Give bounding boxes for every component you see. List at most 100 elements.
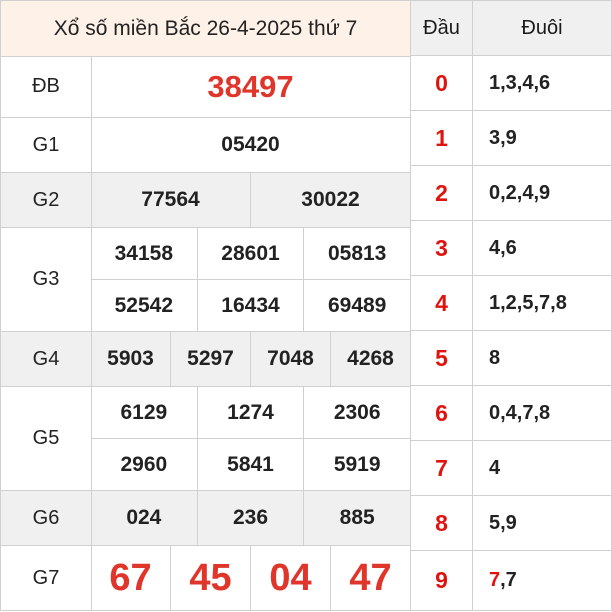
head-column-header: Đầu — [411, 1, 473, 55]
loto-row: 3 4,6 — [411, 221, 611, 276]
prize-line: 024 236 885 — [91, 491, 410, 545]
loto-tail-digits: 4,6 — [489, 236, 517, 259]
prize-number: 69489 — [303, 280, 410, 331]
prize-label: G7 — [1, 546, 92, 610]
loto-head-digit: 3 — [411, 221, 473, 275]
loto-head-digit: 8 — [411, 496, 473, 550]
loto-row: 8 5,9 — [411, 496, 611, 551]
prize-number: 45 — [170, 546, 250, 610]
prize-number: 05813 — [303, 228, 410, 279]
prize-number: 4268 — [330, 332, 410, 386]
prize-number: 47 — [330, 546, 410, 610]
prize-number: 67 — [109, 556, 152, 599]
prize-values: 024 236 885 — [91, 491, 410, 545]
prize-values: 38497 — [91, 56, 410, 117]
prize-values: 77564 30022 — [91, 173, 410, 227]
prize-number: 885 — [303, 491, 410, 545]
prize-label: G2 — [1, 173, 92, 227]
prize-row-g1: G1 05420 — [1, 118, 410, 173]
loto-head-digit: 1 — [411, 111, 473, 165]
prize-number: 34158 — [114, 241, 174, 265]
prize-number: 024 — [126, 506, 162, 529]
prize-label: G3 — [1, 228, 92, 331]
loto-row: 7 4 — [411, 441, 611, 496]
loto-head-digit: 7 — [411, 441, 473, 495]
loto-head-digit: 0 — [411, 56, 473, 110]
prize-label: G5 — [1, 387, 92, 490]
prize-number: 30022 — [250, 173, 410, 227]
prize-number: 28601 — [196, 228, 304, 279]
prize-line: 05420 — [91, 118, 410, 172]
prize-number: 1274 — [196, 387, 304, 438]
prize-number: 5903 — [107, 347, 154, 370]
prize-number: 16434 — [196, 280, 304, 331]
page-title: Xổ số miền Bắc 26-4-2025 thứ 7 — [1, 1, 410, 57]
loto-row: 9 7,7 — [411, 551, 611, 610]
loto-tail-digits: 0,4,7,8 — [489, 401, 551, 424]
loto-tail-digits: 5,9 — [489, 511, 517, 534]
prize-number: 7048 — [250, 332, 330, 386]
prize-number: 5841 — [196, 439, 304, 490]
prize-number: 2306 — [303, 387, 410, 438]
loto-head-digit: 4 — [411, 276, 473, 330]
loto-tail-digits: 7,7 — [473, 551, 611, 610]
prize-line: 5903 5297 7048 4268 — [91, 332, 410, 386]
prize-row-g2: G2 77564 30022 — [1, 173, 410, 228]
prize-values: 05420 — [91, 118, 410, 172]
loto-tail-digits: 1,2,5,7,8 — [489, 291, 567, 314]
prize-label: G1 — [1, 118, 92, 172]
prize-values: 6129 1274 2306 2960 5841 5919 — [91, 387, 410, 490]
prize-line: 2960 5841 5919 — [91, 438, 410, 490]
prize-row-g5: G5 6129 1274 2306 2960 5841 5919 — [1, 387, 410, 491]
loto-tail-digits: 3,9 — [489, 126, 517, 149]
prize-values: 34158 28601 05813 52542 16434 69489 — [91, 228, 410, 331]
loto-row: 0 1,3,4,6 — [411, 56, 611, 111]
loto-head-digit: 5 — [411, 331, 473, 385]
loto-tail-digits: 1,3,4,6 — [489, 71, 551, 94]
loto-tail-highlight: 7 — [489, 569, 501, 591]
loto-row: 1 3,9 — [411, 111, 611, 166]
loto-head-digit: 2 — [411, 166, 473, 220]
loto-row: 4 1,2,5,7,8 — [411, 276, 611, 331]
prize-row-db: ĐB 38497 — [1, 56, 410, 118]
prize-number: 5297 — [170, 332, 250, 386]
special-prize-number: 38497 — [207, 68, 294, 104]
prize-row-g7: G7 67 45 04 47 — [1, 546, 410, 610]
prize-number: 236 — [196, 491, 304, 545]
prize-number: 6129 — [120, 400, 168, 424]
prize-line: 38497 — [91, 56, 410, 117]
prize-number: 2960 — [120, 452, 168, 476]
prize-values: 67 45 04 47 — [91, 546, 410, 610]
prize-line: 6129 1274 2306 — [91, 387, 410, 438]
loto-row: 6 0,4,7,8 — [411, 386, 611, 441]
tail-column-header: Đuôi — [473, 1, 611, 55]
prize-values: 5903 5297 7048 4268 — [91, 332, 410, 386]
lottery-result-page: Xổ số miền Bắc 26-4-2025 thứ 7 ĐB 38497 … — [0, 0, 612, 612]
loto-head-digit: 6 — [411, 386, 473, 440]
loto-header: Đầu Đuôi — [411, 1, 611, 56]
prize-number: 05420 — [221, 133, 280, 156]
prize-label: ĐB — [1, 56, 92, 117]
prize-line: 77564 30022 — [91, 173, 410, 227]
loto-table: Đầu Đuôi 0 1,3,4,6 1 3,9 2 0,2,4,9 3 4,6… — [411, 0, 612, 611]
loto-tail-digits: 0,2,4,9 — [489, 181, 551, 204]
loto-tail-digits: 4 — [489, 456, 501, 479]
prize-row-g6: G6 024 236 885 — [1, 491, 410, 546]
prize-label: G4 — [1, 332, 92, 386]
loto-head-digit: 9 — [411, 551, 473, 610]
results-table: Xổ số miền Bắc 26-4-2025 thứ 7 ĐB 38497 … — [0, 0, 411, 611]
prize-number: 52542 — [114, 293, 174, 317]
prize-line: 34158 28601 05813 — [91, 228, 410, 279]
loto-tail-rest: ,7 — [500, 569, 517, 591]
prize-line: 52542 16434 69489 — [91, 279, 410, 331]
prize-row-g4: G4 5903 5297 7048 4268 — [1, 332, 410, 387]
prize-number: 5919 — [303, 439, 410, 490]
prize-line: 67 45 04 47 — [91, 546, 410, 610]
loto-row: 5 8 — [411, 331, 611, 386]
prize-number: 04 — [250, 546, 330, 610]
prize-number: 77564 — [141, 188, 200, 211]
prize-row-g3: G3 34158 28601 05813 52542 16434 69489 — [1, 228, 410, 332]
loto-row: 2 0,2,4,9 — [411, 166, 611, 221]
loto-tail-digits: 8 — [489, 346, 501, 369]
prize-label: G6 — [1, 491, 92, 545]
